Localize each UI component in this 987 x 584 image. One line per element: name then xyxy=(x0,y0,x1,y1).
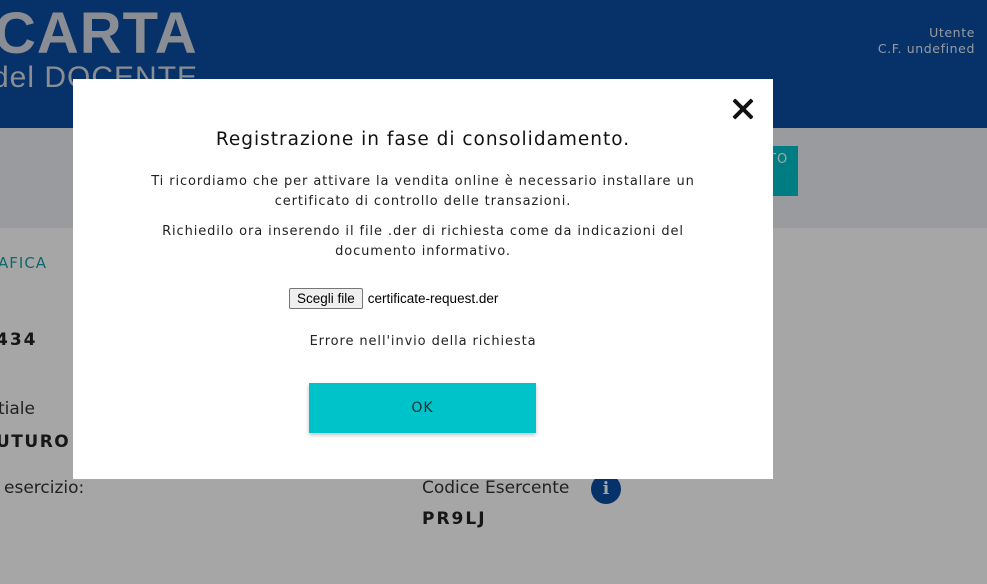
error-message: Errore nell'invio della richiesta xyxy=(309,334,537,349)
ok-button[interactable]: OK xyxy=(309,383,536,433)
modal-paragraph-1: Ti ricordiamo che per attivare la vendit… xyxy=(151,174,695,209)
choose-file-button[interactable]: Scegli file xyxy=(289,287,363,309)
modal-paragraph-2: Richiedilo ora inserendo il file .der di… xyxy=(162,224,684,259)
close-icon[interactable] xyxy=(730,96,756,122)
file-name: certificate-request.der xyxy=(367,290,499,306)
modal-title: Registrazione in fase di consolidamento. xyxy=(215,129,631,150)
registration-modal: Registrazione in fase di consolidamento.… xyxy=(73,79,773,479)
file-input: Scegli file certificate-request.der xyxy=(289,287,498,309)
